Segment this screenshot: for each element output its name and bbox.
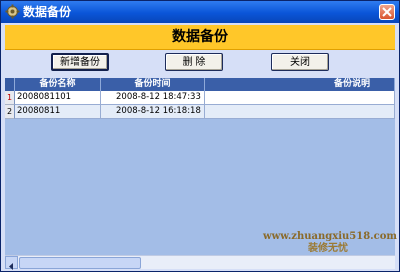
app-gear-icon (5, 4, 20, 19)
close-window-button[interactable] (379, 4, 395, 20)
backup-window: 数据备份 数据备份 新增备份 删 除 关闭 备份名称 备份时间 备份说明 1 2… (0, 0, 400, 272)
close-icon (382, 7, 392, 17)
cell-time[interactable]: 2008-8-12 16:18:18 (101, 105, 205, 119)
scroll-thumb[interactable] (19, 257, 141, 269)
horizontal-scrollbar[interactable] (5, 255, 395, 270)
title-bar[interactable]: 数据备份 (1, 1, 399, 23)
banner-title: 数据备份 (5, 25, 395, 50)
table-row[interactable]: 1 2008081101 2008-8-12 18:47:33 (5, 91, 395, 105)
add-backup-button[interactable]: 新增备份 (51, 53, 109, 71)
cell-note[interactable] (205, 105, 395, 119)
delete-button[interactable]: 删 除 (165, 53, 223, 71)
scroll-left-button[interactable] (5, 256, 18, 270)
column-header-time[interactable]: 备份时间 (101, 78, 205, 91)
row-number: 1 (5, 91, 15, 105)
arrow-left-icon (9, 263, 13, 270)
row-number: 2 (5, 105, 15, 119)
watermark-url: www.zhuangxiu518.com (263, 231, 397, 242)
watermark-brand: 装修无忧 (308, 243, 348, 254)
table-row[interactable]: 2 20080811 2008-8-12 16:18:18 (5, 105, 395, 119)
column-header-name[interactable]: 备份名称 (15, 78, 101, 91)
watermark: www.zhuangxiu518.com 装修无忧 (263, 231, 397, 255)
window-title: 数据备份 (23, 5, 72, 19)
cell-note[interactable] (205, 91, 395, 105)
cell-name[interactable]: 2008081101 (15, 91, 101, 105)
close-button[interactable]: 关闭 (271, 53, 329, 71)
backup-table[interactable]: 备份名称 备份时间 备份说明 1 2008081101 2008-8-12 18… (5, 78, 395, 255)
cell-time[interactable]: 2008-8-12 18:47:33 (101, 91, 205, 105)
table-corner (5, 78, 15, 91)
column-header-note[interactable]: 备份说明 (205, 78, 395, 91)
cell-name[interactable]: 20080811 (15, 105, 101, 119)
